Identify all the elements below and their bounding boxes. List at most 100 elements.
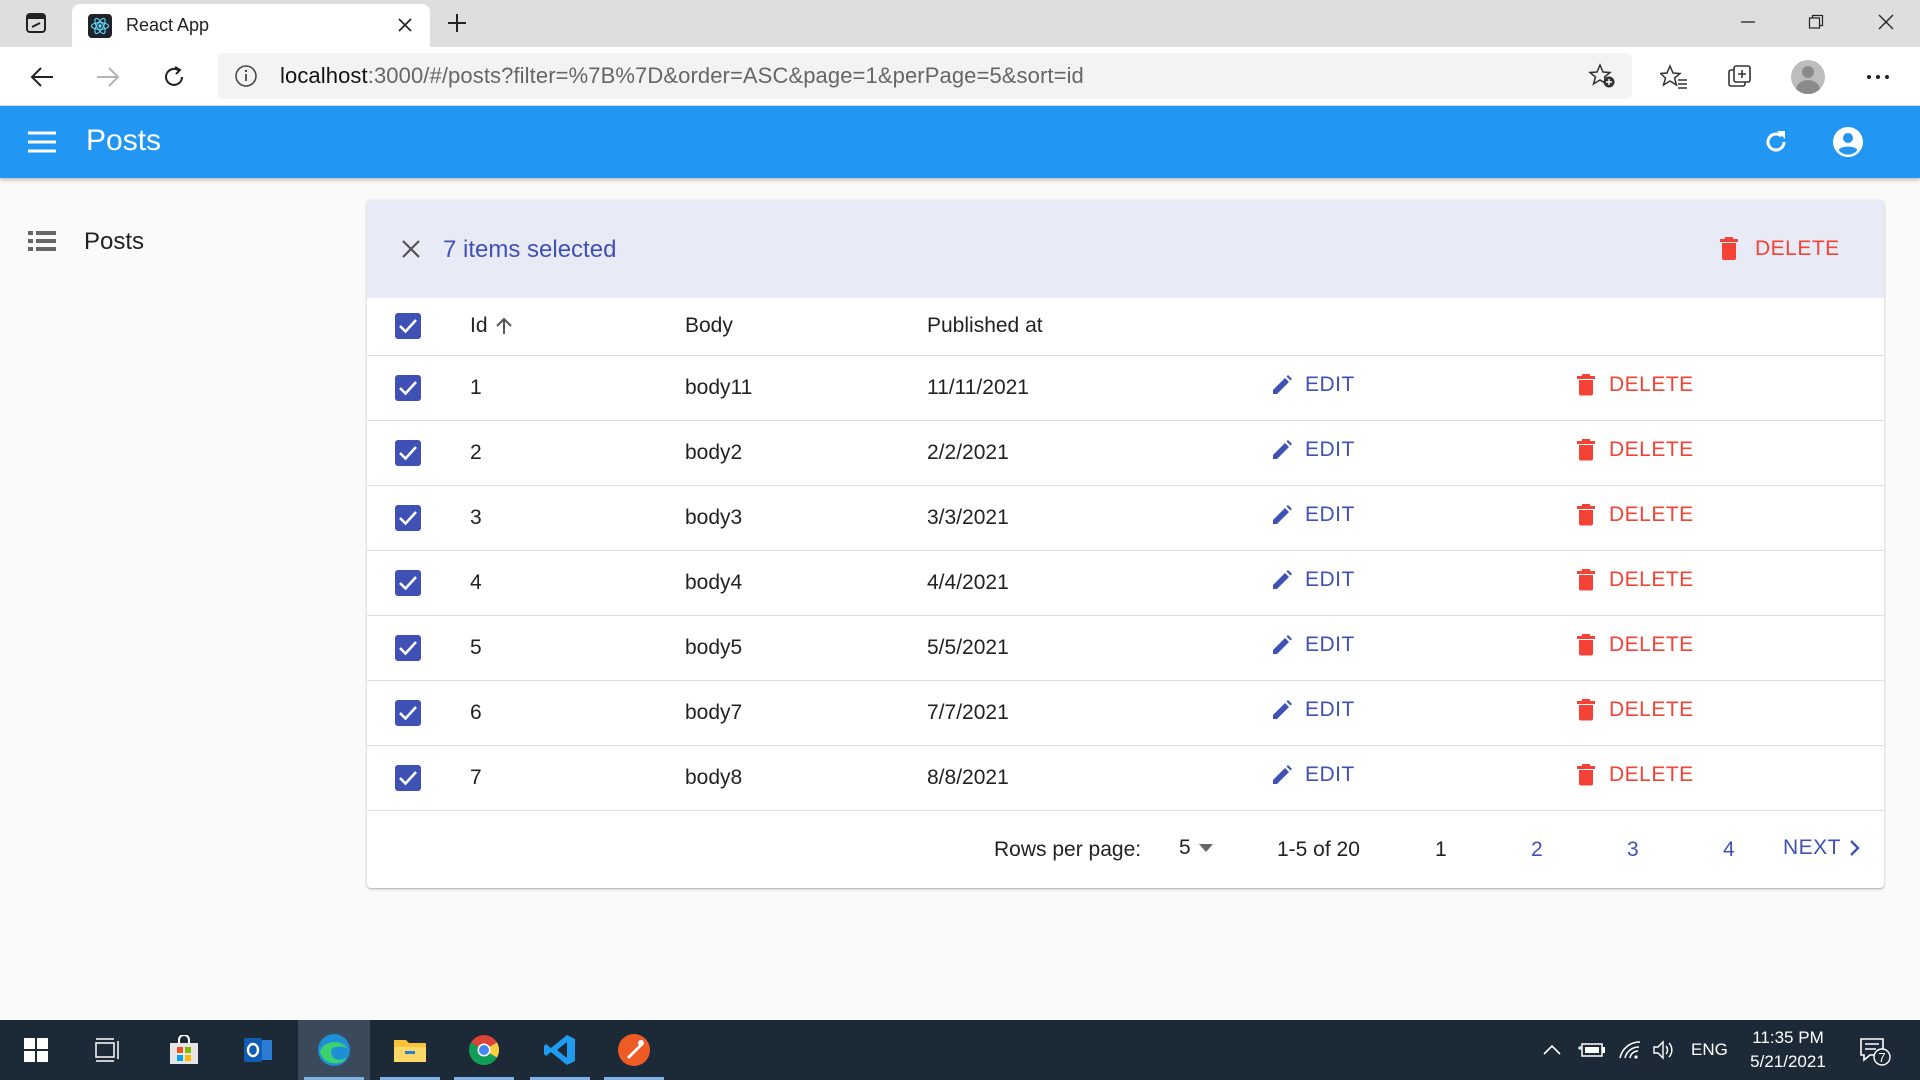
row-checkbox[interactable] — [395, 634, 421, 661]
checkmark-icon — [399, 380, 417, 395]
delete-button[interactable]: DELETE — [1577, 438, 1694, 462]
tab-actions-button[interactable] — [14, 8, 58, 38]
taskbar-vscode[interactable] — [524, 1020, 596, 1080]
checkmark-icon — [399, 640, 417, 655]
edit-button[interactable]: EDIT — [1271, 568, 1355, 592]
edit-button[interactable]: EDIT — [1271, 698, 1355, 722]
restore-window-button[interactable] — [1782, 0, 1850, 44]
published-column-header[interactable]: Published at — [927, 314, 1043, 337]
table-row[interactable]: 7 body8 8/8/2021 EDIT DELETE — [367, 745, 1884, 810]
pencil-icon — [1273, 635, 1292, 654]
delete-button[interactable]: DELETE — [1577, 698, 1694, 722]
id-column-header[interactable]: Id — [470, 314, 514, 338]
edit-button[interactable]: EDIT — [1271, 763, 1355, 787]
more-button[interactable] — [1856, 55, 1900, 99]
battery-icon — [1578, 1043, 1605, 1057]
delete-button[interactable]: DELETE — [1577, 568, 1694, 592]
trash-icon — [1577, 374, 1595, 396]
start-button[interactable] — [0, 1020, 72, 1080]
trash-icon — [1577, 569, 1595, 591]
taskbar-outlook[interactable] — [222, 1020, 294, 1080]
edit-button[interactable]: EDIT — [1271, 438, 1355, 462]
body-column-header[interactable]: Body — [685, 314, 733, 337]
page-button-2[interactable]: 2 — [1531, 838, 1543, 862]
row-checkbox[interactable] — [395, 374, 421, 401]
row-checkbox[interactable] — [395, 439, 421, 466]
checkmark-icon — [399, 445, 417, 460]
tab-title: React App — [126, 15, 210, 35]
edit-button[interactable]: EDIT — [1271, 633, 1355, 657]
reload-button[interactable] — [152, 55, 196, 99]
action-center-button[interactable]: 7 — [1858, 1020, 1892, 1080]
delete-label: DELETE — [1609, 698, 1694, 721]
bulk-delete-button[interactable]: DELETE — [1719, 230, 1840, 268]
favorites-button[interactable] — [1652, 55, 1696, 99]
taskbar-clock[interactable]: 11:35 PM 5/21/2021 — [1738, 1026, 1838, 1074]
delete-button[interactable]: DELETE — [1577, 763, 1694, 787]
refresh-button[interactable] — [1756, 122, 1796, 162]
table-row[interactable]: 3 body3 3/3/2021 EDIT DELETE — [367, 485, 1884, 550]
new-tab-button[interactable] — [440, 8, 474, 38]
battery-status[interactable] — [1578, 1020, 1606, 1080]
page-button-3[interactable]: 3 — [1627, 838, 1639, 862]
row-checkbox[interactable] — [395, 504, 421, 531]
taskbar-chrome[interactable] — [448, 1020, 520, 1080]
close-window-button[interactable] — [1852, 0, 1920, 44]
menu-button[interactable] — [20, 124, 64, 160]
site-info-icon[interactable] — [232, 64, 260, 88]
list-icon — [28, 230, 56, 257]
close-icon — [1878, 14, 1894, 30]
table-header-row: Id Body Published at — [367, 298, 1884, 355]
minimize-window-button[interactable] — [1714, 0, 1782, 44]
taskbar-postman[interactable] — [598, 1020, 670, 1080]
add-favorite-icon[interactable] — [1588, 63, 1616, 94]
forward-button[interactable] — [86, 55, 130, 99]
show-hidden-icons-button[interactable] — [1542, 1020, 1562, 1080]
delete-button[interactable]: DELETE — [1577, 373, 1694, 397]
delete-button[interactable]: DELETE — [1577, 633, 1694, 657]
caret-down-icon — [1198, 844, 1213, 852]
table-row[interactable]: 6 body7 7/7/2021 EDIT DELETE — [367, 680, 1884, 745]
taskbar-store[interactable] — [148, 1020, 220, 1080]
sidebar-item-posts[interactable]: Posts — [0, 220, 340, 262]
taskbar-edge[interactable] — [298, 1020, 370, 1080]
bulk-delete-label: DELETE — [1755, 237, 1840, 260]
user-menu-button[interactable] — [1828, 122, 1868, 162]
select-all-checkbox[interactable] — [395, 313, 421, 340]
clock-time: 11:35 PM — [1752, 1028, 1824, 1047]
page-button-4[interactable]: 4 — [1723, 838, 1735, 862]
edit-button[interactable]: EDIT — [1271, 373, 1355, 397]
refresh-icon — [1766, 131, 1786, 152]
table-row[interactable]: 5 body5 5/5/2021 EDIT DELETE — [367, 615, 1884, 680]
row-checkbox[interactable] — [395, 764, 421, 791]
chevron-up-icon — [1543, 1044, 1561, 1055]
task-view-button[interactable] — [72, 1020, 144, 1080]
pencil-icon — [1273, 570, 1292, 589]
collections-button[interactable] — [1718, 55, 1762, 99]
profile-button[interactable] — [1786, 55, 1830, 99]
browser-tab-strip: React App — [0, 0, 1920, 47]
browser-tab[interactable]: React App — [72, 4, 430, 47]
table-row[interactable]: 1 body11 11/11/2021 EDIT DELETE — [367, 355, 1884, 420]
page-button-1[interactable]: 1 — [1435, 838, 1447, 862]
cell-body: body5 — [685, 635, 743, 659]
row-checkbox[interactable] — [395, 569, 421, 596]
back-button[interactable] — [20, 55, 64, 99]
cell-body: body7 — [685, 700, 743, 724]
address-bar[interactable]: localhost:3000/#/posts?filter=%7B%7D&ord… — [218, 53, 1632, 99]
delete-button[interactable]: DELETE — [1577, 503, 1694, 527]
edit-button[interactable]: EDIT — [1271, 503, 1355, 527]
input-language[interactable]: ENG — [1691, 1020, 1728, 1080]
volume-control[interactable] — [1652, 1020, 1676, 1080]
page-title: Posts — [86, 124, 162, 157]
url-path: :3000/#/posts?filter=%7B%7D&order=ASC&pa… — [367, 63, 1084, 88]
rows-per-page-select[interactable]: 5 — [1179, 836, 1213, 860]
table-row[interactable]: 4 body4 4/4/2021 EDIT DELETE — [367, 550, 1884, 615]
close-tab-icon[interactable] — [394, 14, 416, 36]
table-row[interactable]: 2 body2 2/2/2021 EDIT DELETE — [367, 420, 1884, 485]
row-checkbox[interactable] — [395, 699, 421, 726]
network-status[interactable] — [1618, 1020, 1642, 1080]
clear-selection-button[interactable] — [395, 233, 427, 265]
next-page-button[interactable]: NEXT — [1783, 836, 1861, 860]
taskbar-file-explorer[interactable] — [374, 1020, 446, 1080]
